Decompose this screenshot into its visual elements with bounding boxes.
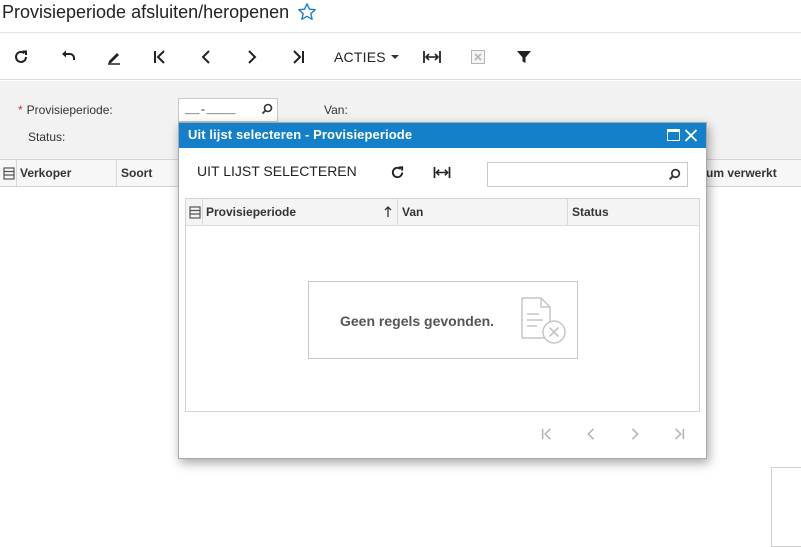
refresh-button[interactable] [9,45,33,69]
pager-previous-button[interactable] [580,423,602,445]
chevron-left-icon [201,50,210,64]
col-verwerkt[interactable]: um verwerkt [706,160,777,186]
refresh-icon [391,165,403,178]
dialog-title: Uit lijst selecteren - Provisieperiode [188,127,413,142]
caret-down-icon [390,55,399,59]
period-input[interactable]: __-____ [178,98,278,122]
dialog-toolbar: UIT LIJST SELECTEREN [179,148,706,194]
page-title: Provisieperiode afsluiten/heropenen [2,1,290,22]
side-panel-box [771,467,801,547]
undo-button[interactable] [56,45,80,69]
undo-icon [62,50,75,60]
excel-icon [471,50,485,64]
export-excel-button[interactable] [466,45,490,69]
pager-last-button[interactable] [668,423,690,445]
fit-width-icon [423,51,441,63]
col-separator [202,199,203,225]
filter-button[interactable] [512,45,536,69]
col-separator [397,199,398,225]
chevron-right-icon [248,50,257,64]
empty-state: Geen regels gevonden. [308,281,578,359]
col-separator [16,160,17,186]
grid-settings-icon[interactable] [3,167,15,185]
select-from-list-button[interactable]: UIT LIJST SELECTEREN [197,163,357,179]
col-status[interactable]: Status [572,199,609,225]
page-header: Provisieperiode afsluiten/heropenen [0,0,317,24]
previous-record-button[interactable] [194,45,218,69]
col-verkoper[interactable]: Verkoper [20,160,71,186]
close-icon[interactable] [683,126,699,144]
period-value: __-____ [185,103,236,117]
last-icon [293,50,304,64]
first-icon [541,428,552,440]
col-separator [116,160,117,186]
dialog-header: Uit lijst selecteren - Provisieperiode [179,123,706,148]
last-record-button[interactable] [286,45,310,69]
period-label: Provisieperiode: [26,103,113,117]
dialog-grid: Provisieperiode Van Status Geen regels g… [185,198,700,412]
first-record-button[interactable] [148,45,172,69]
select-dialog: Uit lijst selecteren - Provisieperiode U… [178,122,707,459]
col-van[interactable]: Van [402,199,423,225]
document-empty-icon [519,296,571,348]
edit-button[interactable] [102,45,126,69]
acties-menu-button[interactable]: ACTIES [334,45,399,69]
favorite-star-icon[interactable] [297,2,317,22]
van-label: Van: [324,103,348,117]
pager-next-button[interactable] [624,423,646,445]
empty-message: Geen regels gevonden. [340,313,495,329]
dialog-refresh-button[interactable] [386,161,408,183]
period-label-wrap: * Provisieperiode: [18,103,113,117]
chevron-right-icon [631,428,639,440]
chevron-left-icon [587,428,595,440]
refresh-icon [15,50,27,63]
dialog-grid-header: Provisieperiode Van Status [186,199,699,226]
fit-columns-button[interactable] [420,45,444,69]
acties-label: ACTIES [334,49,386,65]
search-icon[interactable] [261,103,273,119]
dialog-search-input[interactable] [487,162,688,187]
pencil-icon [108,53,120,65]
pager-first-button[interactable] [536,423,558,445]
filter-icon [517,51,531,63]
fit-width-icon [433,166,451,178]
col-separator [567,199,568,225]
required-marker: * [18,103,23,117]
sort-ascending-icon [384,205,392,223]
next-record-button[interactable] [240,45,264,69]
dialog-pager [179,418,706,452]
col-provisieperiode[interactable]: Provisieperiode [206,199,296,225]
first-icon [154,50,165,64]
main-toolbar: ACTIES [0,32,801,80]
grid-settings-icon[interactable] [189,206,201,224]
col-soort[interactable]: Soort [121,160,152,186]
search-icon[interactable] [668,168,681,186]
last-icon [674,428,685,440]
status-label: Status: [28,130,66,144]
maximize-icon[interactable] [667,129,680,141]
dialog-fit-columns-button[interactable] [431,161,453,183]
